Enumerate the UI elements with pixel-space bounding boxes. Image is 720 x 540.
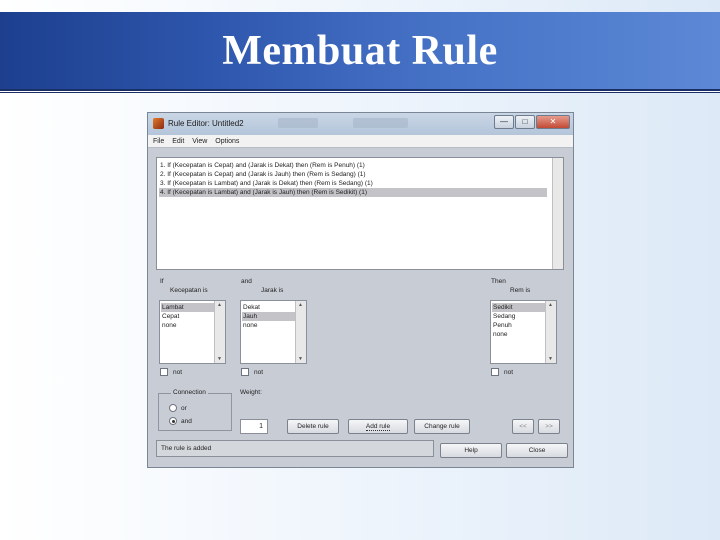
rule-list[interactable]: 1. If (Kecepatan is Cepat) and (Jarak is… bbox=[156, 157, 564, 270]
scroll-up-icon[interactable]: ▲ bbox=[298, 302, 303, 308]
connection-and-radio[interactable] bbox=[169, 417, 177, 425]
slide-header: Membuat Rule bbox=[0, 12, 720, 89]
list-scrollbar[interactable]: ▲ ▼ bbox=[214, 301, 225, 363]
scroll-up-icon[interactable]: ▲ bbox=[548, 302, 553, 308]
close-button[interactable]: Close bbox=[506, 443, 568, 458]
menu-file[interactable]: File bbox=[153, 135, 164, 148]
scroll-up-icon[interactable]: ▲ bbox=[217, 302, 222, 308]
and-not-checkbox[interactable] bbox=[241, 368, 249, 376]
menu-view[interactable]: View bbox=[192, 135, 207, 148]
scroll-down-icon[interactable]: ▼ bbox=[217, 356, 222, 362]
rule-list-scrollbar[interactable] bbox=[552, 158, 563, 269]
list-scrollbar[interactable]: ▲ ▼ bbox=[295, 301, 306, 363]
prev-button[interactable]: << bbox=[512, 419, 534, 434]
weight-input[interactable]: 1 bbox=[240, 419, 268, 434]
list-item[interactable]: Sedikit bbox=[492, 303, 546, 312]
list-item[interactable]: Penuh bbox=[492, 321, 546, 330]
rule-item[interactable]: 2. If (Kecepatan is Cepat) and (Jarak is… bbox=[160, 170, 366, 179]
window-titlebar[interactable]: Rule Editor: Untitled2 — □ ✕ bbox=[148, 113, 573, 135]
list-item[interactable]: Cepat bbox=[161, 312, 215, 321]
then-not-label: not bbox=[504, 369, 514, 376]
background-window-ghost bbox=[278, 118, 318, 128]
maximize-button[interactable]: □ bbox=[515, 115, 535, 129]
connection-and-label: and bbox=[181, 418, 192, 425]
and-membership-list[interactable]: Dekat Jauh none ▲ ▼ bbox=[240, 300, 307, 364]
add-rule-button-label: Add rule bbox=[365, 423, 391, 431]
list-item[interactable]: Jauh bbox=[242, 312, 296, 321]
connection-label: Connection bbox=[171, 389, 208, 396]
rule-editor-window: Rule Editor: Untitled2 — □ ✕ File Edit V… bbox=[147, 112, 574, 468]
and-keyword-label: and bbox=[241, 278, 252, 285]
connection-group: Connection or and bbox=[158, 389, 232, 431]
if-membership-list[interactable]: Lambat Cepat none ▲ ▼ bbox=[159, 300, 226, 364]
rule-item-selected[interactable]: 4. If (Kecepatan is Lambat) and (Jarak i… bbox=[159, 188, 547, 197]
connection-or-label: or bbox=[181, 405, 187, 412]
and-not-label: not bbox=[254, 369, 264, 376]
if-not-label: not bbox=[173, 369, 183, 376]
window-title: Rule Editor: Untitled2 bbox=[168, 119, 244, 128]
then-variable-label: Rem is bbox=[510, 287, 531, 294]
menu-edit[interactable]: Edit bbox=[172, 135, 184, 148]
list-item[interactable]: Sedang bbox=[492, 312, 546, 321]
list-item[interactable]: Dekat bbox=[242, 303, 296, 312]
then-not-checkbox[interactable] bbox=[491, 368, 499, 376]
rule-item[interactable]: 1. If (Kecepatan is Cepat) and (Jarak is… bbox=[160, 161, 365, 170]
menu-bar: File Edit View Options bbox=[148, 135, 573, 148]
help-button[interactable]: Help bbox=[440, 443, 502, 458]
next-button[interactable]: >> bbox=[538, 419, 560, 434]
and-variable-label: Jarak is bbox=[261, 287, 284, 294]
then-membership-list[interactable]: Sedikit Sedang Penuh none ▲ ▼ bbox=[490, 300, 557, 364]
list-item[interactable]: Lambat bbox=[161, 303, 215, 312]
change-rule-button[interactable]: Change rule bbox=[414, 419, 470, 434]
scroll-down-icon[interactable]: ▼ bbox=[298, 356, 303, 362]
list-item[interactable]: none bbox=[161, 321, 215, 330]
scroll-down-icon[interactable]: ▼ bbox=[548, 356, 553, 362]
matlab-app-icon bbox=[153, 118, 164, 129]
if-variable-label: Kecepatan is bbox=[170, 287, 208, 294]
menu-options[interactable]: Options bbox=[215, 135, 239, 148]
list-item[interactable]: none bbox=[242, 321, 296, 330]
if-not-checkbox[interactable] bbox=[160, 368, 168, 376]
add-rule-button[interactable]: Add rule bbox=[348, 419, 408, 434]
delete-rule-button[interactable]: Delete rule bbox=[287, 419, 339, 434]
connection-or-radio[interactable] bbox=[169, 404, 177, 412]
minimize-button[interactable]: — bbox=[494, 115, 514, 129]
then-keyword-label: Then bbox=[491, 278, 506, 285]
status-bar: The rule is added bbox=[156, 440, 434, 457]
header-underline bbox=[0, 89, 720, 93]
list-item[interactable]: none bbox=[492, 330, 546, 339]
list-scrollbar[interactable]: ▲ ▼ bbox=[545, 301, 556, 363]
slide-title: Membuat Rule bbox=[222, 27, 498, 74]
close-window-button[interactable]: ✕ bbox=[536, 115, 570, 129]
if-keyword-label: If bbox=[160, 278, 164, 285]
rule-item[interactable]: 3. If (Kecepatan is Lambat) and (Jarak i… bbox=[160, 179, 373, 188]
background-window-ghost bbox=[353, 118, 408, 128]
weight-label: Weight: bbox=[240, 389, 262, 396]
